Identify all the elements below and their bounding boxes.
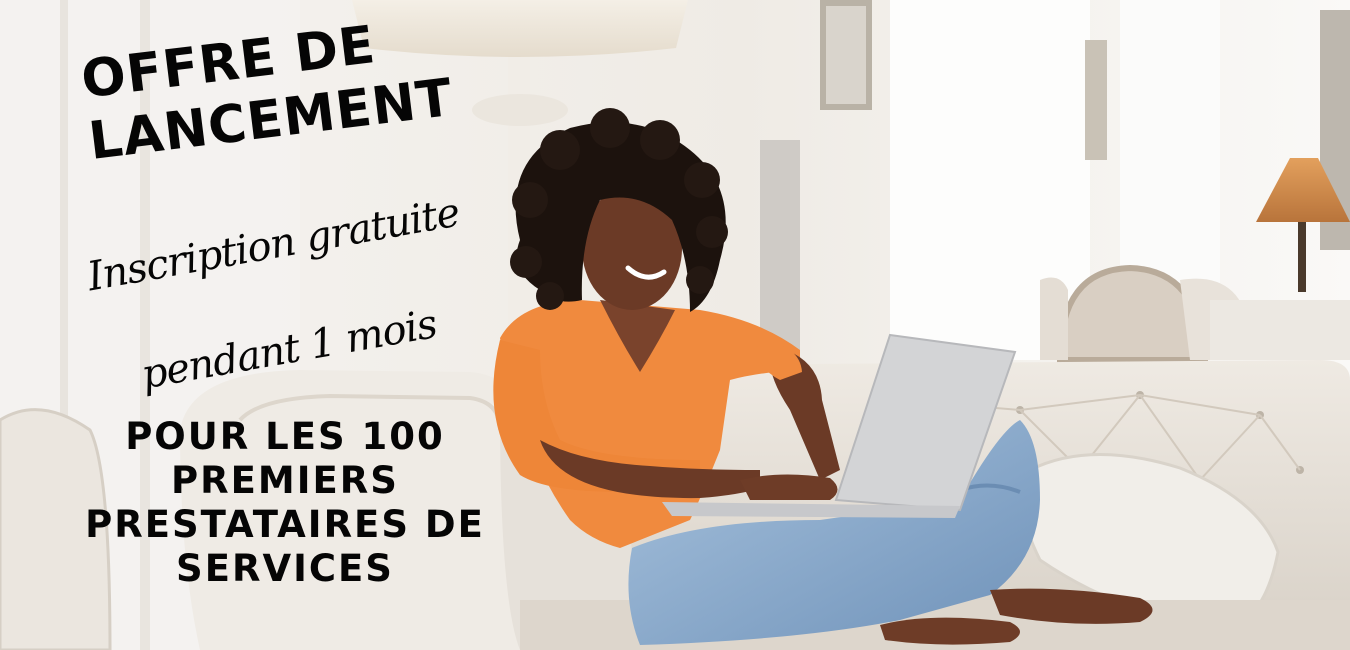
foot — [880, 617, 1020, 645]
footer-line-1: POUR LES 100 — [125, 415, 445, 458]
promo-banner: OFFRE DE LANCEMENT Inscription gratuite … — [0, 0, 1350, 650]
wall-frame-inner — [826, 6, 866, 104]
side-table — [1210, 300, 1350, 360]
pillar — [760, 140, 800, 360]
footer-line-4: SERVICES — [176, 547, 394, 590]
footer-line-2: PREMIERS — [171, 459, 399, 502]
footer-line-3: PRESTATAIRES DE — [85, 503, 485, 546]
wall-frame — [1085, 40, 1107, 160]
target-audience-text: POUR LES 100 PREMIERS PRESTATAIRES DE SE… — [40, 415, 530, 591]
hands — [740, 474, 838, 500]
chair-back — [1040, 277, 1068, 360]
lamp-stand — [1298, 222, 1306, 292]
